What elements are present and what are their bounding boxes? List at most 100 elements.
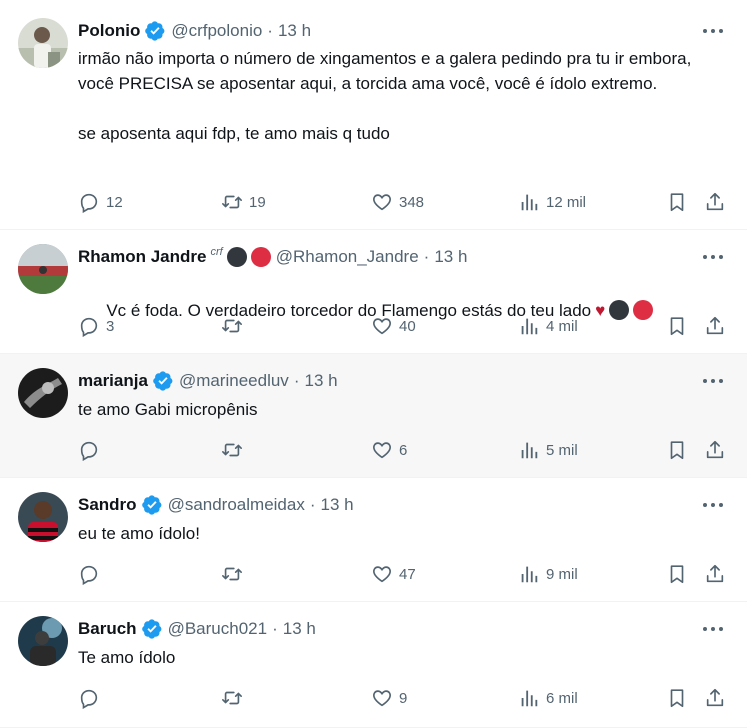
reply-button[interactable]: 12 — [78, 187, 123, 217]
reply-count: 3 — [106, 317, 115, 335]
share-icon — [706, 316, 724, 335]
bookmark-button[interactable] — [666, 187, 688, 217]
tweet-header: Polonio @crfpolonio · 13 h — [78, 18, 311, 44]
tweet-text: eu te amo ídolo! — [78, 524, 200, 543]
reply-icon — [80, 193, 98, 213]
repost-button[interactable] — [221, 683, 243, 713]
views-chart-icon — [521, 566, 538, 583]
like-button[interactable]: 6 — [371, 435, 407, 465]
tweet[interactable]: Rhamon Jandre crf @Rhamon_Jandre · 13 h … — [0, 230, 747, 354]
repost-icon — [222, 443, 242, 457]
stage-photo-icon — [18, 616, 68, 666]
display-name[interactable]: Sandro — [78, 492, 137, 518]
share-button[interactable] — [704, 187, 726, 217]
bookmark-button[interactable] — [666, 435, 688, 465]
views-chart-icon — [521, 318, 538, 335]
bookmark-button[interactable] — [666, 559, 688, 589]
user-handle[interactable]: @Rhamon_Jandre — [276, 244, 419, 270]
like-count: 348 — [399, 193, 425, 211]
avatar[interactable] — [18, 368, 68, 418]
tweet[interactable]: Sandro @sandroalmeidax · 13 h eu te amo … — [0, 478, 747, 602]
like-count: 47 — [399, 565, 416, 583]
tweet[interactable]: Polonio @crfpolonio · 13 h irmão não imp… — [0, 0, 747, 230]
verified-badge-icon[interactable] — [144, 20, 166, 42]
timestamp[interactable]: 13 h — [321, 492, 354, 518]
display-name[interactable]: Polonio — [78, 18, 140, 44]
more-options-icon[interactable] — [703, 250, 723, 264]
display-name[interactable]: Rhamon Jandre — [78, 244, 206, 270]
tweet[interactable]: Baruch @Baruch021 · 13 h Te amo ídolo 9 — [0, 602, 747, 728]
like-button[interactable]: 40 — [371, 311, 416, 341]
like-count: 6 — [399, 441, 408, 459]
reply-button[interactable] — [78, 683, 100, 713]
repost-button[interactable] — [221, 559, 243, 589]
more-options-icon[interactable] — [703, 374, 723, 388]
more-options-icon[interactable] — [703, 24, 723, 38]
reply-count: 12 — [106, 193, 123, 211]
views-button[interactable]: 6 mil — [518, 683, 578, 713]
red-circle-emoji — [250, 247, 271, 267]
more-options-icon[interactable] — [703, 622, 723, 636]
timestamp[interactable]: 13 h — [434, 244, 467, 270]
reply-icon — [80, 689, 98, 709]
user-handle[interactable]: @marineedluv — [179, 368, 289, 394]
action-bar: 6 5 mil — [78, 435, 728, 465]
reply-icon — [80, 441, 98, 461]
player-photo-icon — [18, 492, 68, 542]
views-button[interactable]: 12 mil — [518, 187, 586, 217]
share-button[interactable] — [704, 435, 726, 465]
view-count: 4 mil — [546, 317, 578, 335]
views-button[interactable]: 5 mil — [518, 435, 578, 465]
separator-dot: · — [423, 247, 430, 266]
repost-button[interactable]: 19 — [221, 187, 266, 217]
views-button[interactable]: 9 mil — [518, 559, 578, 589]
tweet[interactable]: marianja @marineedluv · 13 h te amo Gabi… — [0, 354, 747, 478]
action-bar: 12 19 348 12 mil — [78, 187, 728, 217]
repost-button[interactable] — [221, 435, 243, 465]
reply-button[interactable] — [78, 435, 100, 465]
reply-button[interactable] — [78, 559, 100, 589]
share-button[interactable] — [704, 683, 726, 713]
repost-button[interactable] — [221, 311, 243, 341]
avatar[interactable] — [18, 244, 68, 294]
affiliate-badge[interactable]: crf — [210, 239, 222, 265]
views-chart-icon — [521, 194, 538, 211]
avatar[interactable] — [18, 616, 68, 666]
timestamp[interactable]: 13 h — [283, 616, 316, 642]
heart-icon — [373, 566, 391, 583]
like-button[interactable]: 47 — [371, 559, 416, 589]
timestamp[interactable]: 13 h — [278, 18, 311, 44]
user-handle[interactable]: @Baruch021 — [168, 616, 268, 642]
avatar[interactable] — [18, 18, 68, 68]
views-button[interactable]: 4 mil — [518, 311, 578, 341]
like-button[interactable]: 9 — [371, 683, 407, 713]
verified-badge-icon[interactable] — [141, 618, 163, 640]
reply-icon — [80, 565, 98, 585]
tweet-text: Te amo ídolo — [78, 648, 176, 667]
person-portrait-icon — [18, 18, 68, 68]
view-count: 6 mil — [546, 689, 578, 707]
display-name[interactable]: Baruch — [78, 616, 137, 642]
share-button[interactable] — [704, 559, 726, 589]
share-icon — [706, 440, 724, 459]
heart-icon — [373, 690, 391, 707]
reply-button[interactable]: 3 — [78, 311, 114, 341]
view-count: 12 mil — [546, 193, 587, 211]
user-handle[interactable]: @sandroalmeidax — [168, 492, 305, 518]
repost-icon — [222, 567, 242, 581]
timestamp[interactable]: 13 h — [304, 368, 337, 394]
user-handle[interactable]: @crfpolonio — [171, 18, 262, 44]
avatar[interactable] — [18, 492, 68, 542]
more-options-icon[interactable] — [703, 498, 723, 512]
display-name[interactable]: marianja — [78, 368, 148, 394]
reply-icon — [80, 317, 98, 337]
action-bar: 47 9 mil — [78, 559, 728, 589]
verified-badge-icon[interactable] — [141, 494, 163, 516]
bookmark-button[interactable] — [666, 311, 688, 341]
verified-badge-icon[interactable] — [152, 370, 174, 392]
share-button[interactable] — [704, 311, 726, 341]
action-bar: 9 6 mil — [78, 683, 728, 713]
bookmark-button[interactable] — [666, 683, 688, 713]
tweet-text: te amo Gabi micropênis — [78, 400, 258, 419]
like-button[interactable]: 348 — [371, 187, 424, 217]
